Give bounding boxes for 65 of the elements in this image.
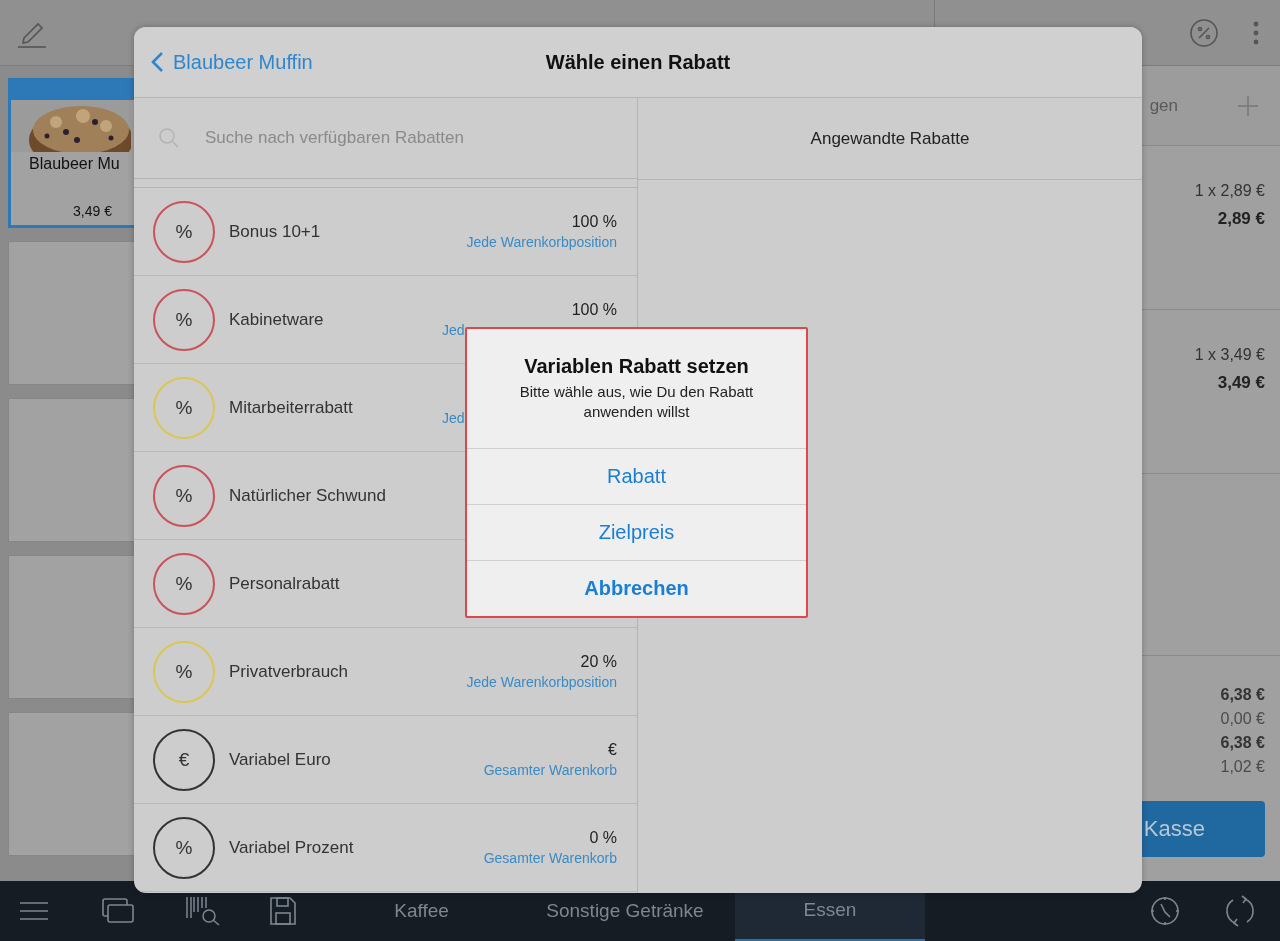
discount-symbol: % — [153, 200, 215, 263]
discount-scope: Gesamter Warenkorb — [483, 850, 617, 866]
save-icon[interactable] — [269, 896, 297, 926]
back-button[interactable]: Blaubeer Muffin — [151, 50, 313, 74]
category-tab[interactable]: Sonstige Getränke — [515, 881, 735, 941]
product-tile[interactable] — [8, 712, 134, 856]
product-name: Blaubeer Mu — [28, 155, 121, 173]
item-quantity-price: 1 x 2,89 € — [1194, 182, 1265, 200]
more-icon[interactable] — [1253, 20, 1259, 45]
discount-value: 20 % — [580, 653, 617, 671]
alert-message: Bitte wähle aus, wie Du den Rabatt anwenden willst — [518, 382, 755, 422]
item-total: 2,89 € — [1217, 209, 1265, 229]
sync-icon[interactable] — [1225, 895, 1255, 927]
plus-icon[interactable] — [1238, 95, 1258, 116]
discount-symbol: % — [153, 464, 215, 527]
discount-value: 0 % — [589, 829, 617, 847]
add-label: gen — [1149, 95, 1178, 116]
applied-discounts-heading: Angewandte Rabatte — [810, 128, 970, 149]
cancel-button[interactable]: Abbrechen — [467, 560, 806, 616]
product-tile[interactable] — [8, 241, 134, 385]
discount-name: Bonus 10+1 — [229, 221, 322, 242]
item-quantity-price: 1 x 3,49 € — [1194, 346, 1265, 364]
alert-title: Variablen Rabatt setzen — [523, 354, 750, 379]
product-tile[interactable] — [8, 398, 134, 542]
search-field[interactable]: Suche nach verfügbaren Rabatten — [205, 128, 605, 148]
discount-scope: Jed — [442, 322, 465, 338]
discount-name: Kabinetware — [229, 309, 325, 330]
alert-option-button[interactable]: Rabatt — [467, 448, 806, 504]
product-tile[interactable]: Blaubeer Mu 3,49 € — [8, 78, 134, 228]
search-icon — [158, 127, 180, 149]
screens-icon[interactable] — [102, 898, 134, 924]
percent-icon[interactable] — [1189, 17, 1219, 48]
discount-name: Variabel Euro — [229, 749, 332, 770]
discount-symbol: % — [153, 552, 215, 615]
item-total: 3,49 € — [1217, 373, 1265, 393]
clock-icon[interactable] — [1150, 896, 1180, 926]
category-tab[interactable]: Kaffee — [328, 881, 515, 941]
back-icon[interactable] — [151, 51, 164, 73]
barcode-search-icon[interactable] — [185, 896, 221, 926]
discount-scope: Gesamter Warenkorb — [483, 762, 617, 778]
discount-name: Natürlicher Schwund — [229, 485, 387, 506]
total-amount: 1,02 € — [1220, 758, 1265, 776]
discount-name: Mitarbeiterrabatt — [229, 397, 354, 418]
discount-scope: Jed — [442, 409, 465, 426]
discount-symbol: % — [153, 640, 215, 703]
total-amount: 0,00 € — [1220, 710, 1265, 728]
discount-scope: Jede Warenkorbposition — [466, 234, 617, 250]
menu-icon[interactable] — [19, 901, 49, 921]
discount-symbol: % — [153, 816, 215, 879]
discount-name: Personalrabatt — [229, 573, 341, 594]
discount-symbol: % — [153, 376, 215, 439]
total-amount: 6,38 € — [1220, 686, 1265, 704]
discount-value: 100 % — [571, 213, 617, 231]
dialog-title: Wähle einen Rabatt — [545, 50, 731, 73]
discount-name: Privatverbrauch — [229, 661, 350, 682]
discount-name: Variabel Prozent — [229, 837, 355, 858]
alert-option-button[interactable]: Zielpreis — [467, 504, 806, 560]
total-amount: 6,38 € — [1220, 734, 1265, 752]
discount-value: € — [608, 741, 617, 759]
discount-value: 100 % — [571, 301, 617, 319]
discount-symbol: % — [153, 288, 215, 351]
product-tile[interactable] — [8, 555, 134, 699]
discount-scope: Jede Warenkorbposition — [466, 674, 617, 690]
product-price: 3,49 € — [72, 203, 113, 219]
discount-symbol: € — [153, 728, 215, 791]
